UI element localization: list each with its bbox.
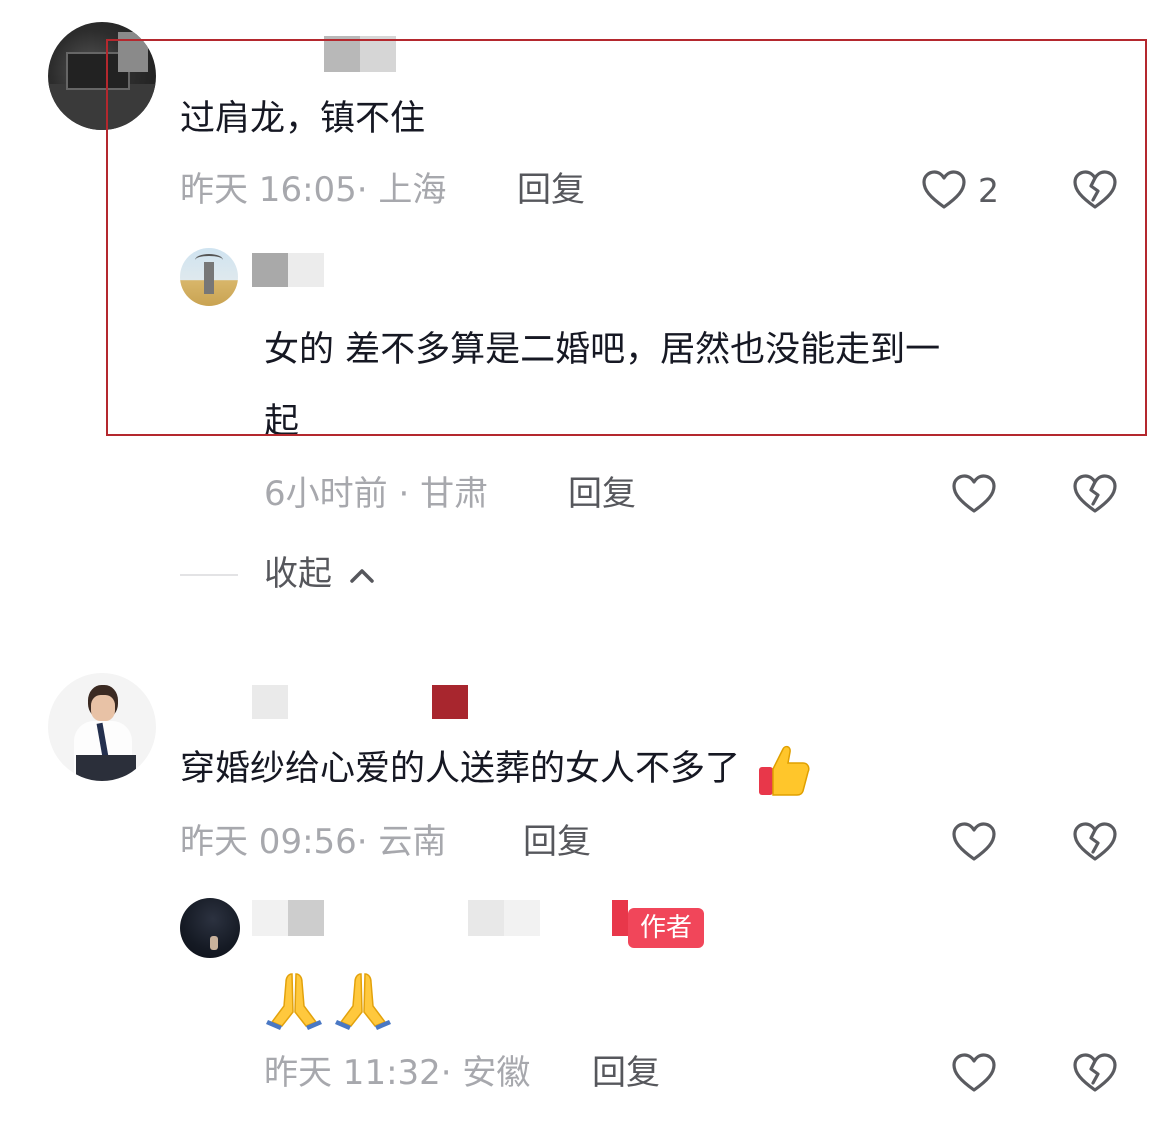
dislike-icon[interactable] — [1071, 470, 1119, 518]
like-icon[interactable] — [950, 470, 998, 518]
avatar[interactable] — [48, 673, 156, 781]
dislike-icon[interactable] — [1071, 1049, 1119, 1097]
collapse-divider — [180, 574, 238, 576]
author-badge: 作者 — [628, 908, 705, 948]
user-badge-blurred — [432, 685, 468, 719]
like-icon[interactable] — [950, 1049, 998, 1097]
reply-location: 甘肃 — [420, 474, 489, 514]
username-blurred[interactable] — [468, 900, 540, 936]
folded-hands-emoji-icon — [335, 973, 392, 1030]
thumbs-up-emoji-icon — [759, 745, 810, 796]
reply-meta: 6小时前 · 甘肃 — [264, 474, 489, 514]
username-blurred[interactable] — [252, 685, 288, 719]
like-icon[interactable] — [950, 818, 998, 866]
chevron-up-icon — [350, 568, 374, 583]
highlight-annotation-box — [106, 39, 1147, 436]
collapse-label: 收起 — [264, 554, 332, 594]
avatar[interactable] — [180, 898, 240, 958]
comment-location: 云南 — [378, 822, 447, 862]
reply-location: 安徽 — [462, 1053, 531, 1093]
collapse-replies-button[interactable]: 收起 — [264, 554, 377, 594]
dislike-icon[interactable] — [1071, 818, 1119, 866]
comment-meta: 昨天 09:56· 云南 — [180, 822, 447, 862]
reply-button[interactable]: 回复 — [568, 474, 636, 514]
reply-button[interactable]: 回复 — [523, 822, 591, 862]
reply-emoji-text: 🙏🙏 — [264, 968, 393, 1030]
comment-text-content: 穿婚纱给心爱的人送葬的女人不多了 — [180, 749, 741, 789]
reply-meta: 昨天 11:32· 安徽 — [264, 1053, 531, 1093]
folded-hands-emoji-icon — [266, 973, 322, 1030]
badge-blur-edge — [612, 900, 628, 936]
reply-time: 6小时前 — [264, 474, 388, 514]
username-blurred[interactable] — [252, 900, 324, 936]
reply-button[interactable]: 回复 — [592, 1053, 660, 1093]
reply-time: 昨天 11:32 — [264, 1053, 441, 1093]
comment-text: 穿婚纱给心爱的人送葬的女人不多了 — [180, 734, 813, 804]
comment-time: 昨天 09:56 — [180, 822, 357, 862]
